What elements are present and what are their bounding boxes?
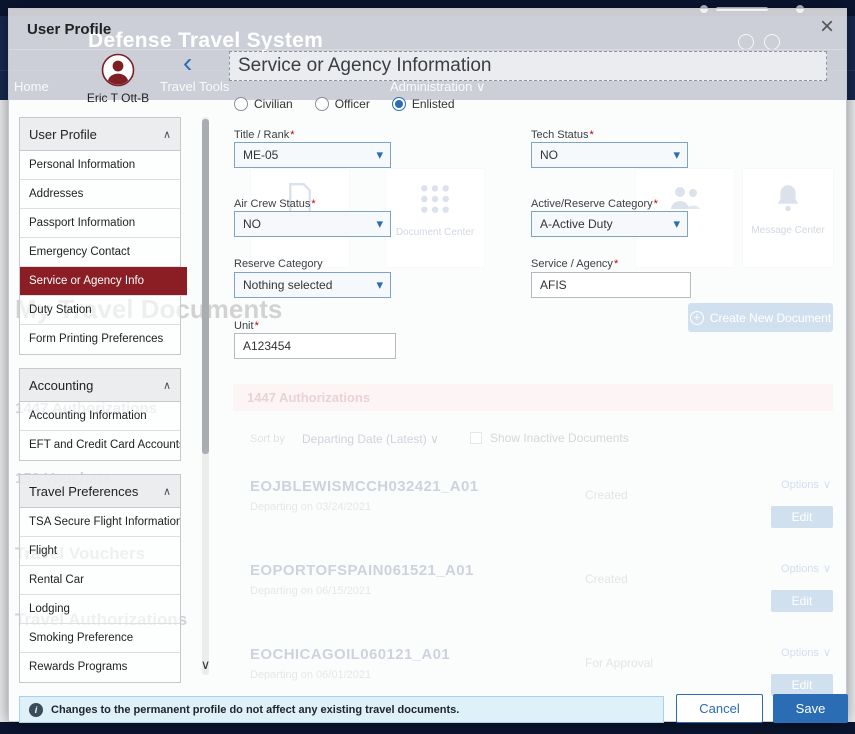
sidebar-item-duty-station[interactable]: Duty Station — [20, 296, 180, 325]
sidebar-item-rental-car[interactable]: Rental Car — [20, 566, 180, 595]
save-button[interactable]: Save — [773, 694, 848, 723]
section-heading: Service or Agency Information — [230, 52, 826, 80]
radio-icon — [315, 97, 329, 111]
background-footer — [0, 722, 855, 734]
chevron-down-icon: ▾ — [376, 212, 383, 236]
chevron-down-icon: ▾ — [673, 143, 680, 167]
radio-icon — [234, 97, 248, 111]
active-reserve-category-select[interactable]: A-Active Duty ▾ — [531, 211, 688, 237]
info-banner: i Changes to the permanent profile do no… — [19, 696, 664, 723]
header-divider — [9, 49, 846, 50]
required-asterisk: * — [311, 198, 315, 210]
air-crew-status-label: Air Crew Status* — [234, 198, 316, 210]
sidebar-scrollbar[interactable] — [202, 117, 209, 675]
sidebar-item-smoking-preference[interactable]: Smoking Preference — [20, 624, 180, 653]
screen: Defense Travel System Home Travel Tools … — [0, 0, 855, 734]
sidebar-section-header-travel-preferences[interactable]: Travel Preferences ∧ — [20, 475, 180, 508]
unit-input[interactable] — [234, 333, 396, 359]
sidebar-section-travel-preferences: Travel Preferences ∧ TSA Secure Flight I… — [19, 474, 181, 683]
unit-label: Unit* — [234, 320, 259, 332]
chevron-down-icon: ▾ — [376, 273, 383, 297]
reserve-category-label: Reserve Category — [234, 258, 324, 270]
air-crew-status-select[interactable]: NO ▾ — [234, 211, 391, 237]
user-name: Eric T Ott-B — [58, 91, 178, 105]
cancel-button[interactable]: Cancel — [676, 694, 763, 723]
sidebar-item-addresses[interactable]: Addresses — [20, 180, 180, 209]
chevron-down-icon: ▾ — [376, 143, 383, 167]
sidebar-item-eft-credit-card-accounts[interactable]: EFT and Credit Card Accounts — [20, 431, 180, 460]
required-asterisk: * — [255, 320, 259, 332]
sidebar-item-tsa-secure-flight-information[interactable]: TSA Secure Flight Information — [20, 508, 180, 537]
sidebar-section-header-accounting[interactable]: Accounting ∧ — [20, 369, 180, 402]
close-icon[interactable]: × — [820, 13, 834, 42]
service-agency-input[interactable] — [531, 272, 691, 298]
sidebar-section-accounting: Accounting ∧ Accounting Information EFT … — [19, 368, 181, 461]
section-heading-box: Service or Agency Information — [229, 51, 827, 81]
scroll-down-icon[interactable]: ∨ — [198, 657, 213, 673]
avatar — [101, 53, 135, 87]
chevron-down-icon: ▾ — [673, 212, 680, 236]
tech-status-label: Tech Status* — [531, 129, 594, 141]
required-asterisk: * — [654, 198, 658, 210]
sidebar-item-accounting-information[interactable]: Accounting Information — [20, 402, 180, 431]
sidebar-item-passport-information[interactable]: Passport Information — [20, 209, 180, 238]
radio-enlisted[interactable]: Enlisted — [392, 97, 455, 111]
sidebar-section-header-user-profile[interactable]: User Profile ∧ — [20, 118, 180, 151]
active-reserve-category-label: Active/Reserve Category* — [531, 198, 658, 210]
sidebar-item-personal-information[interactable]: Personal Information — [20, 151, 180, 180]
info-message: Changes to the permanent profile do not … — [51, 704, 459, 716]
required-asterisk: * — [290, 129, 294, 141]
sidebar-item-flight[interactable]: Flight — [20, 537, 180, 566]
user-profile-modal: User Profile × Eric T Ott-B ‹ Service or… — [8, 8, 847, 722]
chevron-up-icon: ∧ — [163, 379, 171, 392]
chevron-up-icon: ∧ — [163, 128, 171, 141]
sidebar-item-rewards-programs[interactable]: Rewards Programs — [20, 653, 180, 682]
info-icon: i — [29, 703, 43, 717]
sidebar-item-lodging[interactable]: Lodging — [20, 595, 180, 624]
scrollbar-thumb[interactable] — [202, 119, 209, 454]
service-agency-label: Service / Agency* — [531, 258, 618, 270]
radio-icon-selected — [392, 97, 406, 111]
title-rank-select[interactable]: ME-05 ▾ — [234, 142, 391, 168]
radio-civilian[interactable]: Civilian — [234, 97, 293, 111]
modal-title: User Profile — [27, 21, 111, 38]
required-asterisk: * — [589, 129, 593, 141]
sidebar-item-service-or-agency-info[interactable]: Service or Agency Info — [20, 267, 187, 296]
reserve-category-select[interactable]: Nothing selected ▾ — [234, 272, 391, 298]
tech-status-select[interactable]: NO ▾ — [531, 142, 688, 168]
category-radio-group: Civilian Officer Enlisted — [234, 97, 455, 111]
sidebar-section-user-profile: User Profile ∧ Personal Information Addr… — [19, 117, 181, 355]
title-rank-label: Title / Rank* — [234, 129, 295, 141]
profile-sidebar: User Profile ∧ Personal Information Addr… — [19, 117, 181, 696]
chevron-up-icon: ∧ — [163, 485, 171, 498]
required-asterisk: * — [614, 258, 618, 270]
back-chevron-icon[interactable]: ‹ — [183, 49, 192, 77]
sidebar-item-emergency-contact[interactable]: Emergency Contact — [20, 238, 180, 267]
radio-officer[interactable]: Officer — [315, 97, 370, 111]
sidebar-item-form-printing-preferences[interactable]: Form Printing Preferences — [20, 325, 180, 354]
